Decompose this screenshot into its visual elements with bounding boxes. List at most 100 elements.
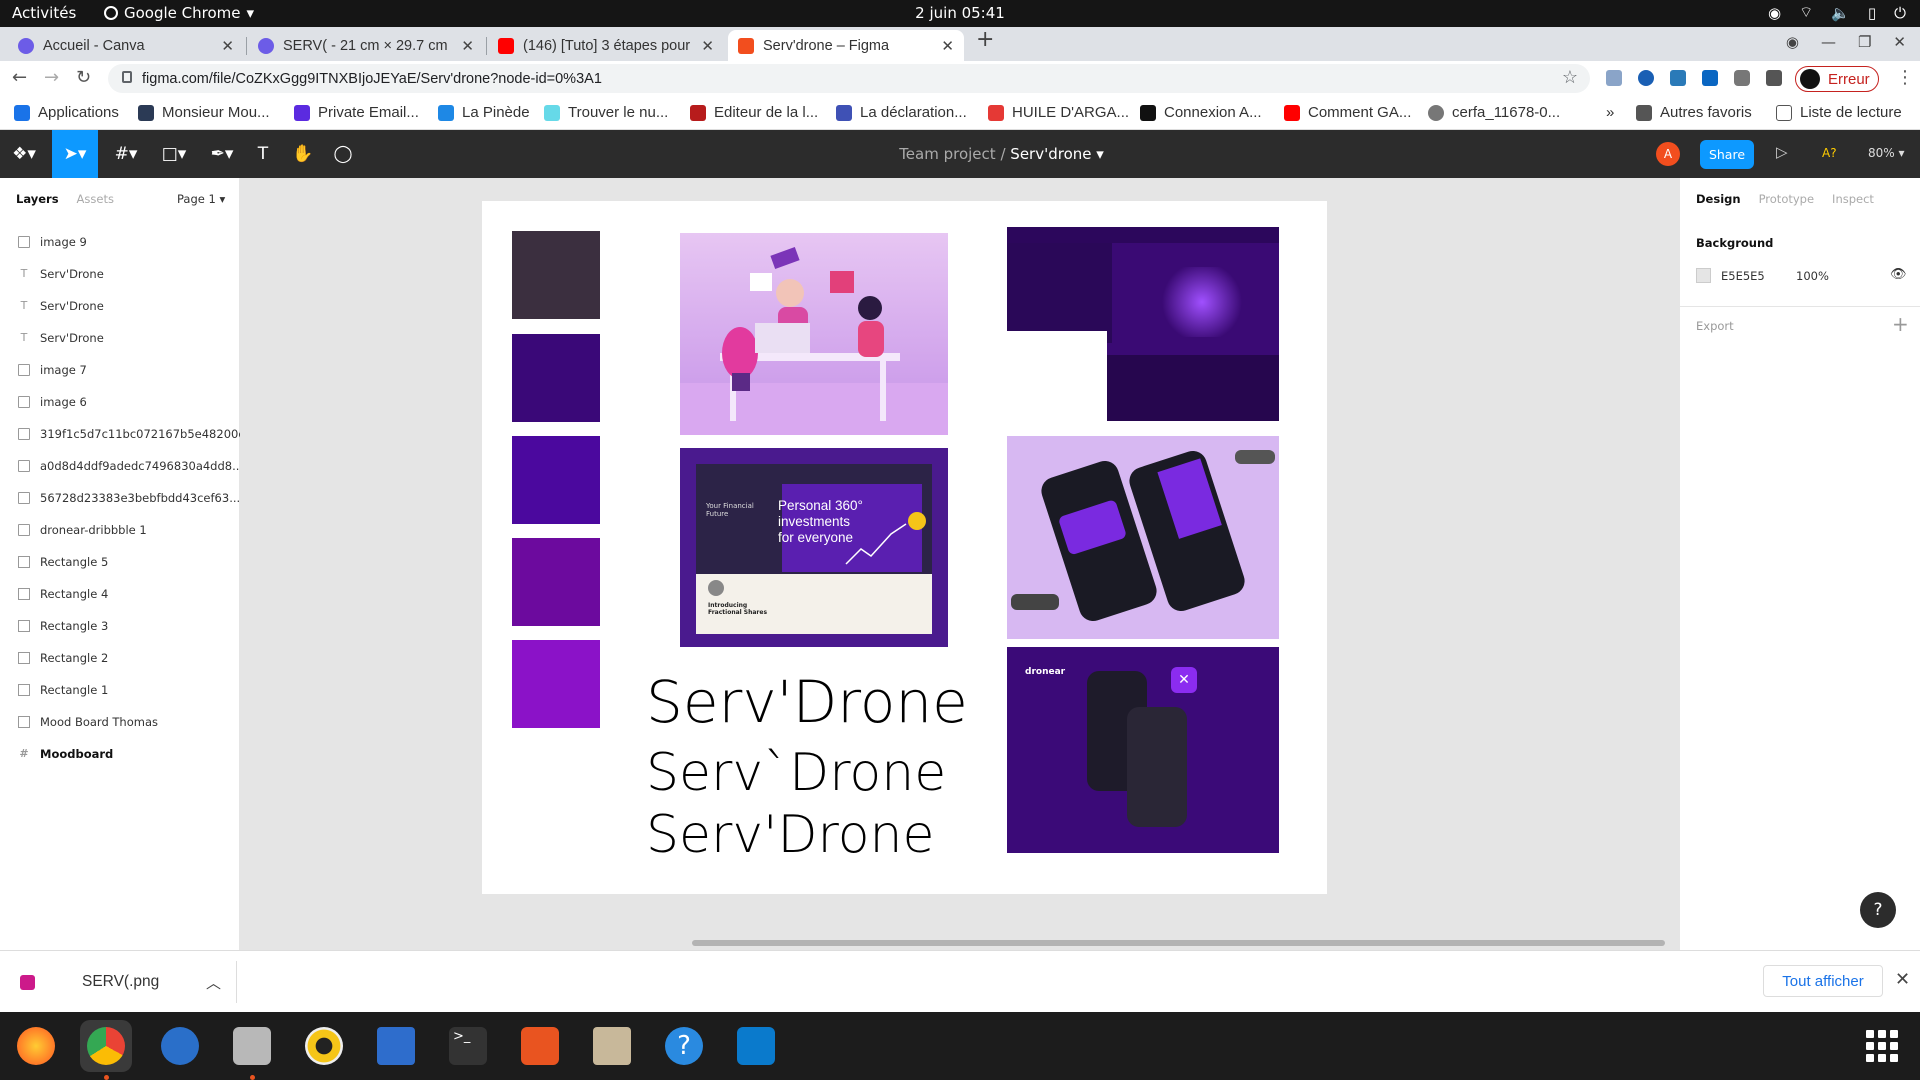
forward-icon[interactable]: →: [44, 67, 59, 88]
background-hex-input[interactable]: E5E5E5: [1721, 269, 1765, 283]
comment-tool-icon[interactable]: ◯: [328, 130, 358, 178]
bookmark-apps[interactable]: Applications: [14, 104, 119, 121]
help-dock-icon[interactable]: ?: [658, 1020, 710, 1072]
font-missing-indicator[interactable]: A?: [1822, 146, 1837, 160]
layer-item[interactable]: a0d8d4ddf9adedc7496830a4dd8...: [0, 450, 240, 482]
layer-item[interactable]: 56728d23383e3bebfbdd43cef63...: [0, 482, 240, 514]
reading-list[interactable]: Liste de lecture: [1776, 104, 1902, 121]
hand-tool-icon[interactable]: ✋: [288, 130, 318, 178]
bookmark-star-icon[interactable]: ☆: [1562, 67, 1578, 88]
close-window-icon[interactable]: ✕: [1893, 33, 1906, 51]
serv-drone-title[interactable]: Serv'Drone: [646, 805, 935, 865]
present-play-icon[interactable]: ▷: [1776, 143, 1788, 161]
tab-canva[interactable]: Accueil - Canva ✕: [8, 30, 244, 61]
reload-icon[interactable]: ↻: [76, 67, 91, 88]
color-swatch[interactable]: [512, 231, 600, 319]
close-icon[interactable]: ✕: [701, 37, 714, 55]
bookmark-item[interactable]: Connexion A...: [1140, 104, 1262, 121]
vscode-icon[interactable]: [730, 1020, 782, 1072]
page-selector[interactable]: Page 1 ▾: [177, 192, 225, 206]
tab-search-icon[interactable]: ◉: [1786, 33, 1799, 51]
bookmark-item[interactable]: Comment GA...: [1284, 104, 1411, 121]
color-swatch[interactable]: [512, 334, 600, 422]
layer-item[interactable]: Mood Board Thomas: [0, 706, 240, 738]
new-tab-button[interactable]: +: [976, 27, 994, 52]
close-icon[interactable]: ✕: [941, 37, 954, 55]
address-bar[interactable]: figma.com/file/CoZKxGgg9ITNXBIjoJEYaE/Se…: [108, 64, 1590, 93]
restore-icon[interactable]: ❐: [1858, 33, 1871, 51]
frame-tool-icon[interactable]: #▾: [106, 130, 146, 178]
layer-item[interactable]: T Serv'Drone: [0, 290, 240, 322]
drone-website-image[interactable]: [1007, 227, 1279, 421]
dronear-image[interactable]: dronear ✕: [1007, 647, 1279, 853]
archive-icon[interactable]: [586, 1020, 638, 1072]
back-icon[interactable]: ←: [12, 67, 27, 88]
writer-icon[interactable]: [370, 1020, 422, 1072]
tab-youtube[interactable]: (146) [Tuto] 3 étapes pour ✕: [488, 30, 724, 61]
layer-item[interactable]: Rectangle 3: [0, 610, 240, 642]
more-menu-icon[interactable]: ⋮: [1896, 67, 1914, 88]
finance-mockup-image[interactable]: Your Financial Future Personal 360° inve…: [680, 448, 948, 647]
color-swatch[interactable]: [512, 538, 600, 626]
layer-item[interactable]: dronear-dribbble 1: [0, 514, 240, 546]
visibility-eye-icon[interactable]: 👁: [1890, 267, 1907, 282]
bookmarks-overflow[interactable]: »: [1606, 104, 1614, 121]
horizontal-scrollbar[interactable]: [692, 940, 1665, 946]
layer-item[interactable]: 319f1c5d7c11bc072167b5e48200c...: [0, 418, 240, 450]
text-tool-icon[interactable]: T: [250, 130, 276, 178]
layer-item[interactable]: Rectangle 1: [0, 674, 240, 706]
bookmark-item[interactable]: Editeur de la l...: [690, 104, 818, 121]
clock[interactable]: 2 juin 05:41: [0, 4, 1920, 22]
bookmark-item[interactable]: Monsieur Mou...: [138, 104, 270, 121]
color-swatch[interactable]: [512, 640, 600, 728]
layer-item[interactable]: T Serv'Drone: [0, 322, 240, 354]
layer-item[interactable]: # Moodboard: [0, 738, 240, 770]
tab-layers[interactable]: Layers: [16, 192, 59, 206]
chrome-dock-icon[interactable]: [80, 1020, 132, 1080]
bookmark-item[interactable]: Private Email...: [294, 104, 419, 121]
layer-item[interactable]: Rectangle 4: [0, 578, 240, 610]
show-all-downloads-button[interactable]: Tout afficher: [1763, 965, 1883, 997]
pen-tool-icon[interactable]: ✒▾: [202, 130, 242, 178]
minimize-icon[interactable]: —: [1821, 33, 1836, 51]
tab-design[interactable]: Design: [1696, 192, 1741, 206]
layer-item[interactable]: image 7: [0, 354, 240, 386]
close-icon[interactable]: ✕: [461, 37, 474, 55]
software-store-icon[interactable]: [514, 1020, 566, 1072]
extension-icon[interactable]: [1606, 70, 1622, 86]
profile-error-button[interactable]: Erreur: [1795, 66, 1879, 92]
show-applications-icon[interactable]: [1866, 1030, 1898, 1062]
media-icon[interactable]: [1766, 70, 1782, 86]
bookmark-item[interactable]: Trouver le nu...: [544, 104, 668, 121]
close-icon[interactable]: ✕: [221, 37, 234, 55]
other-bookmarks[interactable]: Autres favoris: [1636, 104, 1752, 121]
serv-drone-title[interactable]: Serv'Drone: [646, 668, 968, 736]
help-button[interactable]: ?: [1860, 892, 1896, 928]
layer-item[interactable]: Rectangle 2: [0, 642, 240, 674]
serv-drone-title[interactable]: Serv`Drone: [646, 743, 946, 803]
background-color-swatch[interactable]: [1696, 268, 1711, 283]
app-menu[interactable]: Google Chrome ▾: [104, 4, 254, 22]
zoom-dropdown[interactable]: 80% ▾: [1868, 146, 1905, 160]
terminal-icon[interactable]: >_: [442, 1020, 494, 1072]
close-icon[interactable]: ✕: [1895, 969, 1910, 990]
shape-tool-icon[interactable]: □▾: [154, 130, 194, 178]
layer-item[interactable]: Rectangle 5: [0, 546, 240, 578]
chevron-up-icon[interactable]: ︿: [206, 972, 221, 993]
bookmark-item[interactable]: La déclaration...: [836, 104, 967, 121]
share-button[interactable]: Share: [1700, 140, 1754, 169]
background-opacity-input[interactable]: 100%: [1796, 269, 1829, 283]
rhythmbox-icon[interactable]: [298, 1020, 350, 1072]
tab-prototype[interactable]: Prototype: [1759, 192, 1814, 206]
add-export-plus-icon[interactable]: +: [1892, 312, 1909, 336]
files-icon[interactable]: [226, 1020, 278, 1080]
layer-item[interactable]: image 9: [0, 226, 240, 258]
download-filename[interactable]: SERV(.png: [82, 973, 159, 991]
system-tray[interactable]: ◉ ⌔ 🔈 ▯ ⏻: [1768, 3, 1906, 22]
bookmark-item[interactable]: cerfa_11678-0...: [1428, 104, 1560, 121]
bookmark-item[interactable]: HUILE D'ARGA...: [988, 104, 1129, 121]
tab-inspect[interactable]: Inspect: [1832, 192, 1874, 206]
activities-button[interactable]: Activités: [12, 4, 76, 22]
illustration-image[interactable]: [680, 233, 948, 435]
tab-serv-doc[interactable]: SERV( - 21 cm × 29.7 cm ✕: [248, 30, 484, 61]
